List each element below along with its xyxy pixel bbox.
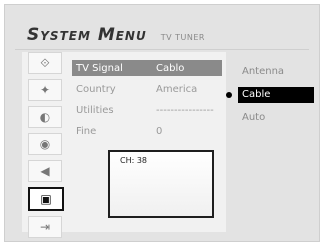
setting-value: 0 [156, 125, 163, 137]
page-subtitle: TV TUNER [160, 33, 205, 42]
signal-options: Antenna Cable Auto [226, 64, 314, 133]
channel-label: CH: 38 [120, 156, 148, 165]
exit-icon[interactable]: ⇥ [28, 216, 62, 238]
setting-tv-signal[interactable]: TV Signal Cablo [72, 60, 222, 76]
setting-value: Cablo [156, 62, 185, 74]
network-icon[interactable]: ⟐ [28, 52, 62, 74]
option-auto[interactable]: Auto [238, 110, 314, 126]
setting-value: ---------------- [156, 104, 214, 116]
header-divider [15, 49, 309, 50]
link-icon[interactable]: ◉ [28, 133, 62, 155]
option-label: Cable [242, 89, 271, 100]
speaker-icon[interactable]: ◀ [28, 160, 62, 182]
setting-utilities[interactable]: Utilities ---------------- [72, 102, 222, 118]
satellite-icon[interactable]: ✦ [28, 79, 62, 101]
selected-bullet-icon [226, 92, 232, 98]
icon-sidebar: ⟐ ✦ ◐ ◉ ◀ ▣ ⇥ [28, 52, 64, 243]
page-title: System Menu [27, 25, 147, 45]
setting-label: Utilities [76, 104, 114, 116]
setting-label: Fine [76, 125, 97, 137]
disc-icon[interactable]: ◐ [28, 106, 62, 128]
option-antenna[interactable]: Antenna [238, 64, 314, 80]
tv-icon[interactable]: ▣ [28, 187, 64, 211]
header: System Menu TV TUNER [27, 25, 205, 47]
setting-label: Country [76, 83, 116, 95]
setting-fine[interactable]: Fine 0 [72, 123, 222, 139]
setting-country[interactable]: Country America [72, 81, 222, 97]
channel-preview: CH: 38 [108, 150, 214, 218]
option-cable[interactable]: Cable [226, 87, 314, 103]
settings-list: TV Signal Cablo Country America Utilitie… [72, 60, 222, 144]
setting-value: America [156, 83, 198, 95]
setting-label: TV Signal [76, 62, 123, 74]
